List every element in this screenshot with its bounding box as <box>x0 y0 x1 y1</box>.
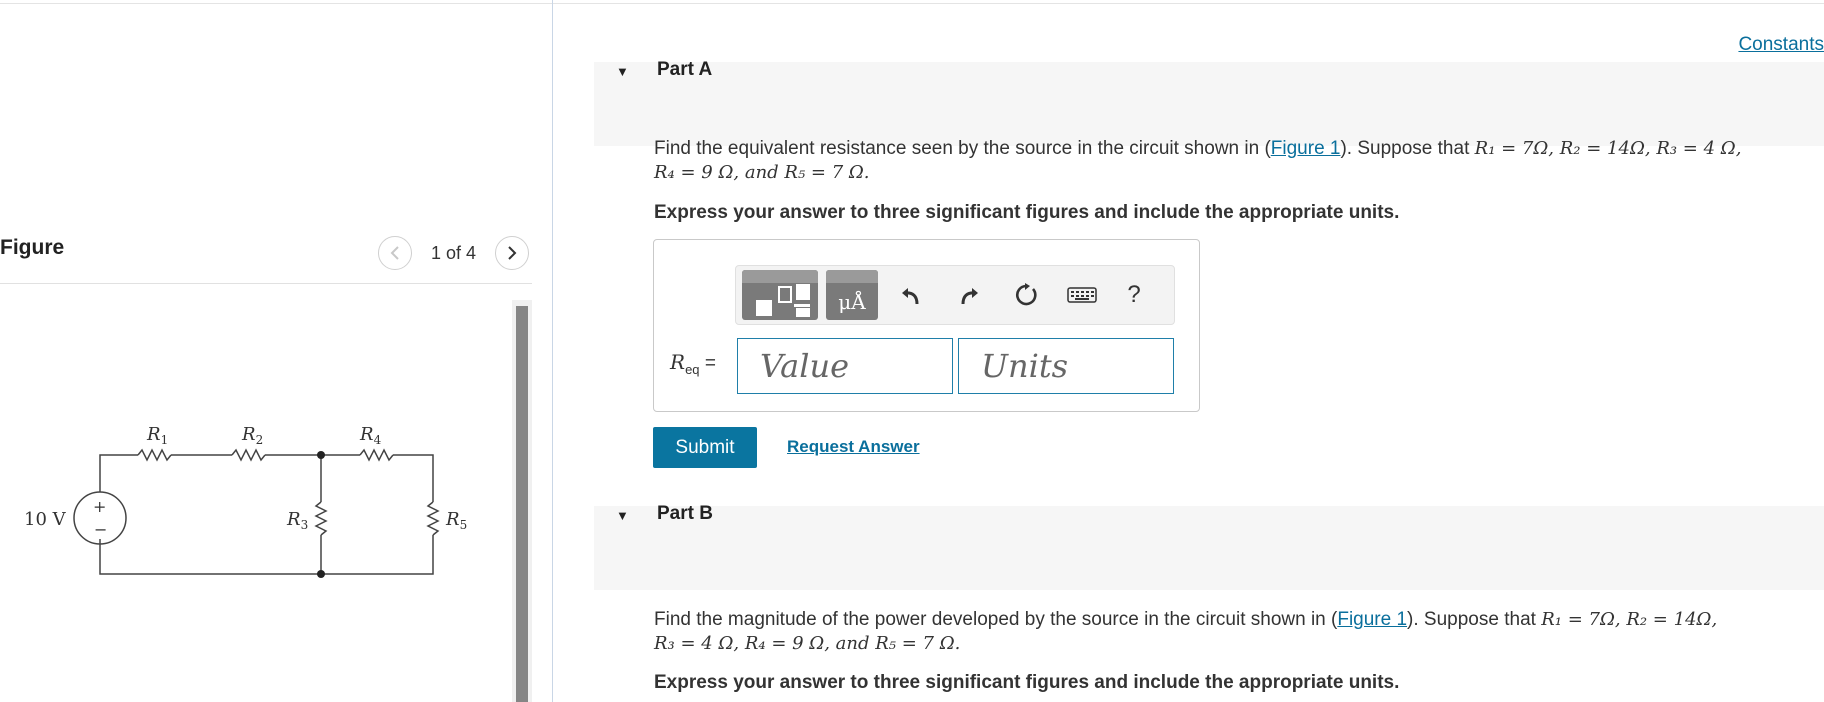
resistor-r2-zigzag <box>231 448 266 462</box>
resistor-r5-zigzag <box>426 501 440 536</box>
r2-subscript: 2 <box>256 433 264 447</box>
pane-divider <box>552 0 553 702</box>
r4-subscript: 4 <box>374 433 382 447</box>
part-a-header[interactable]: ▼ Part A <box>594 59 1824 146</box>
svg-text:R3: R3 <box>286 509 308 532</box>
source-voltage-label: 10 V <box>24 509 67 530</box>
answer-label: Req = <box>670 350 716 377</box>
source-minus-sign: − <box>94 520 107 539</box>
resistor-r4-zigzag <box>359 448 394 462</box>
resistor-r1-zigzag <box>137 448 172 462</box>
math-toolbar: μÅ ? <box>735 265 1175 325</box>
part-b-problem: Find the magnitude of the power develope… <box>654 608 1814 656</box>
figure-divider <box>0 283 532 284</box>
part-b-title: Part B <box>657 503 713 524</box>
help-icon[interactable]: ? <box>1119 280 1149 310</box>
figure-page-count: 1 of 4 <box>431 243 477 263</box>
svg-text:R4: R4 <box>359 424 382 447</box>
part-a-values-line1: R₁ = 7Ω, R₂ = 14Ω, R₃ = 4 Ω, <box>1474 138 1742 159</box>
r4-label: R <box>359 424 374 445</box>
r2-label: R <box>241 424 256 445</box>
part-a-figure-link[interactable]: Figure 1 <box>1271 138 1341 159</box>
svg-text:R5: R5 <box>445 509 467 532</box>
next-figure-button[interactable] <box>495 236 529 270</box>
caret-down-icon[interactable]: ▼ <box>616 508 629 523</box>
answer-label-equals: = <box>704 353 716 374</box>
part-b-values-line2: R₃ = 4 Ω, R₄ = 9 Ω, and R₅ = 7 Ω. <box>654 633 961 654</box>
figure-title: Figure <box>0 236 65 259</box>
part-a-problem-text: Find the equivalent resistance seen by t… <box>654 138 1271 159</box>
source-plus-sign: + <box>93 497 106 516</box>
chevron-right-icon <box>508 246 517 260</box>
answer-label-symbol: R <box>670 350 686 374</box>
circuit-diagram: + − 10 V R1 R2 R4 R3 R5 <box>24 424 467 578</box>
svg-text:R1: R1 <box>146 424 168 447</box>
units-input[interactable] <box>958 338 1174 394</box>
part-a-instructions: Express your answer to three significant… <box>654 202 1400 223</box>
part-b-problem-text: Find the magnitude of the power develope… <box>654 609 1338 630</box>
units-template-label: μÅ <box>838 290 866 314</box>
previous-figure-button[interactable] <box>378 236 412 270</box>
redo-icon[interactable] <box>954 280 984 310</box>
part-b-header[interactable]: ▼ Part B <box>594 503 1824 590</box>
part-b-problem-suffix: ). Suppose that <box>1407 609 1542 630</box>
reset-icon[interactable] <box>1011 280 1041 310</box>
r3-label: R <box>286 509 301 530</box>
part-b-values-line1: R₁ = 7Ω, R₂ = 14Ω, <box>1541 609 1718 630</box>
r5-subscript: 5 <box>460 518 468 532</box>
caret-down-icon[interactable]: ▼ <box>616 64 629 79</box>
submit-button[interactable]: Submit <box>653 427 757 468</box>
chevron-left-icon <box>390 246 399 260</box>
constants-link[interactable]: Constants <box>1738 34 1824 56</box>
part-a-problem-suffix: ). Suppose that <box>1340 138 1475 159</box>
svg-text:R2: R2 <box>241 424 263 447</box>
request-answer-link[interactable]: Request Answer <box>787 437 920 457</box>
units-template-button[interactable]: μÅ <box>826 270 878 320</box>
part-a-values-line2: R₄ = 9 Ω, and R₅ = 7 Ω. <box>654 162 870 183</box>
r1-label: R <box>146 424 161 445</box>
part-a-problem: Find the equivalent resistance seen by t… <box>654 137 1814 185</box>
part-b-figure-link[interactable]: Figure 1 <box>1337 609 1407 630</box>
r1-subscript: 1 <box>161 433 169 447</box>
r5-label: R <box>445 509 460 530</box>
value-input[interactable] <box>737 338 953 394</box>
answer-box: μÅ ? Req = <box>653 239 1200 412</box>
templates-button[interactable] <box>742 270 818 320</box>
keyboard-icon[interactable] <box>1064 280 1100 310</box>
part-a-title: Part A <box>657 59 713 80</box>
r3-subscript: 3 <box>301 518 309 532</box>
resistor-r3-zigzag <box>314 501 328 536</box>
figure-scrollbar-thumb[interactable] <box>516 306 528 702</box>
part-b-instructions: Express your answer to three significant… <box>654 672 1400 693</box>
answer-label-subscript: eq <box>685 361 700 377</box>
undo-icon[interactable] <box>896 280 926 310</box>
figure-pane: Figure 1 of 4 + − 10 V R1 R2 R4 R3 R5 <box>0 0 552 702</box>
